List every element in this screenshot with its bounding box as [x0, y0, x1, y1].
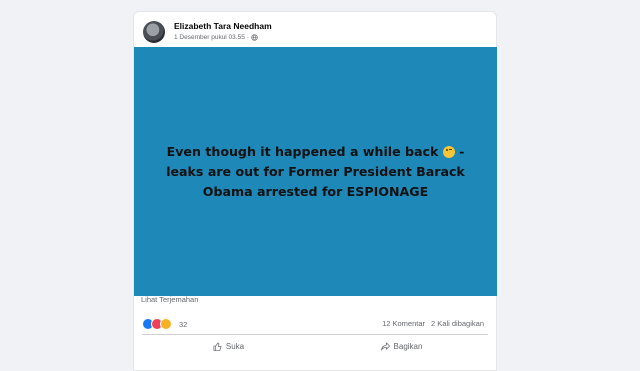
post-image-text: Even though it happened a while back - l…	[161, 142, 471, 202]
reactions-summary[interactable]: 32	[142, 318, 187, 330]
like-button[interactable]: Suka	[142, 337, 315, 355]
image-text-dash: -	[459, 143, 465, 159]
post-image[interactable]: Even though it happened a while back - l…	[134, 47, 497, 296]
post-meta: 1 Desember pukul 03.55 ·	[174, 34, 258, 41]
image-text-line2: leaks are out for Former President Barac…	[166, 163, 465, 199]
divider	[142, 334, 488, 335]
avatar[interactable]	[143, 21, 165, 43]
image-text-line1: Even though it happened a while back	[166, 143, 439, 159]
post-card: Elizabeth Tara Needham 1 Desember pukul …	[133, 11, 497, 371]
thumbs-up-icon	[213, 342, 222, 351]
see-translation-link[interactable]: Lihat Terjemahan	[141, 295, 198, 304]
reaction-count: 32	[179, 319, 188, 329]
winking-face-emoji-icon	[442, 145, 455, 158]
post-header: Elizabeth Tara Needham 1 Desember pukul …	[142, 18, 482, 48]
post-actions: Suka Bagikan	[142, 337, 488, 355]
author-name[interactable]: Elizabeth Tara Needham	[174, 21, 272, 31]
wow-reaction-icon	[160, 318, 172, 330]
share-label: Bagikan	[393, 341, 423, 351]
comment-count[interactable]: 12 Komentar	[382, 319, 425, 328]
globe-icon[interactable]	[251, 34, 258, 41]
share-arrow-icon	[380, 342, 390, 350]
share-button[interactable]: Bagikan	[315, 337, 488, 355]
like-label: Suka	[225, 341, 245, 351]
post-stats: 12 Komentar 2 Kali dibagikan	[382, 319, 484, 328]
timestamp[interactable]: 1 Desember pukul 03.55	[174, 34, 245, 41]
share-count[interactable]: 2 Kali dibagikan	[431, 319, 484, 328]
